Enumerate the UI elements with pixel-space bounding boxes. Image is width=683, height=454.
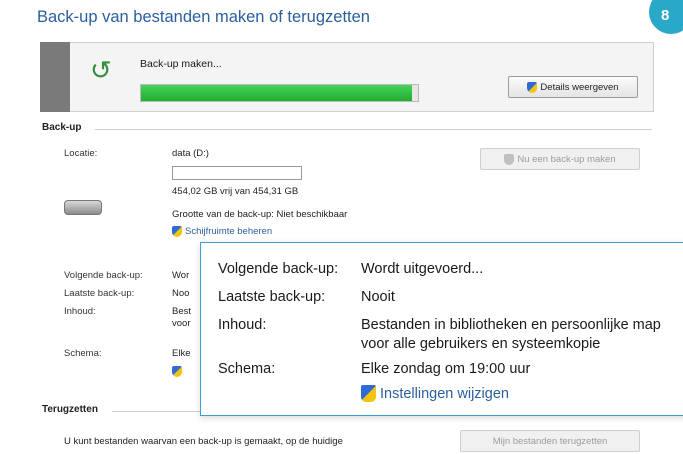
callout-schedule-value: Elke zondag om 19:00 uur bbox=[361, 361, 531, 377]
backup-progress-fill bbox=[141, 85, 413, 101]
content-value-line2: voor bbox=[172, 318, 191, 329]
shield-icon bbox=[504, 153, 515, 165]
content-value-line1: Best bbox=[172, 306, 192, 317]
location-value: data (D:) bbox=[172, 148, 209, 159]
backup-now-button-label: Nu een back-up maken bbox=[517, 153, 616, 165]
shield-icon bbox=[361, 385, 376, 402]
restore-text: U kunt bestanden waarvan een back-up is … bbox=[64, 436, 343, 447]
details-button-label: Details weergeven bbox=[540, 81, 619, 93]
window-title: Back-up van bestanden maken of terugzett… bbox=[37, 8, 370, 26]
callout-last-backup-value: Nooit bbox=[361, 289, 395, 305]
backup-now-button[interactable]: Nu een back-up maken bbox=[480, 148, 640, 170]
callout-next-backup-label: Volgende back-up: bbox=[218, 261, 339, 277]
progress-panel-stripe bbox=[40, 42, 70, 112]
free-space-text: 454,02 GB vrij van 454,31 GB bbox=[172, 186, 299, 197]
disk-usage-bar bbox=[172, 166, 302, 180]
shield-icon bbox=[172, 364, 185, 382]
location-label: Locatie: bbox=[64, 148, 98, 159]
callout-last-backup-label: Laatste back-up: bbox=[218, 289, 326, 305]
callout-next-backup-value: Wordt uitgevoerd... bbox=[361, 261, 484, 277]
schedule-label: Schema: bbox=[64, 348, 102, 359]
zoom-callout: Volgende back-up: Wordt uitgevoerd... La… bbox=[200, 242, 683, 416]
restore-files-button[interactable]: Mijn bestanden terugzetten bbox=[460, 430, 640, 452]
next-backup-value: Wor bbox=[172, 270, 190, 281]
shield-icon bbox=[527, 81, 538, 93]
backup-section-heading: Back-up bbox=[42, 122, 82, 133]
change-settings-link[interactable]: Instellingen wijzigen bbox=[361, 385, 509, 402]
backup-icon: ↺ bbox=[90, 55, 112, 85]
backup-status-label: Back-up maken... bbox=[140, 58, 222, 70]
manage-space-link-label: Schijfruimte beheren bbox=[185, 226, 273, 237]
content-label: Inhoud: bbox=[64, 306, 96, 317]
next-backup-label: Volgende back-up: bbox=[64, 270, 143, 281]
callout-content-value-line2: voor alle gebruikers en systeemkopie bbox=[361, 336, 601, 352]
step-badge-number: 8 bbox=[661, 7, 670, 24]
drive-icon bbox=[64, 200, 102, 215]
step-badge: 8 bbox=[649, 0, 683, 34]
last-backup-value: Noo bbox=[172, 288, 190, 299]
callout-content-value-line1: Bestanden in bibliotheken en persoonlijk… bbox=[361, 317, 661, 333]
backup-progress-bar bbox=[140, 84, 419, 102]
backup-size-text: Grootte van de back-up: Niet beschikbaar bbox=[172, 209, 348, 220]
callout-schedule-label: Schema: bbox=[218, 361, 276, 377]
callout-content-label: Inhoud: bbox=[218, 317, 267, 333]
restore-section-heading: Terugzetten bbox=[42, 404, 98, 415]
shield-icon bbox=[172, 226, 182, 237]
change-settings-link-label: Instellingen wijzigen bbox=[380, 385, 509, 402]
manage-space-link[interactable]: Schijfruimte beheren bbox=[172, 226, 272, 237]
details-button[interactable]: Details weergeven bbox=[508, 76, 638, 98]
last-backup-label: Laatste back-up: bbox=[64, 288, 135, 299]
section-divider bbox=[95, 129, 652, 130]
schedule-value: Elke bbox=[172, 348, 191, 359]
